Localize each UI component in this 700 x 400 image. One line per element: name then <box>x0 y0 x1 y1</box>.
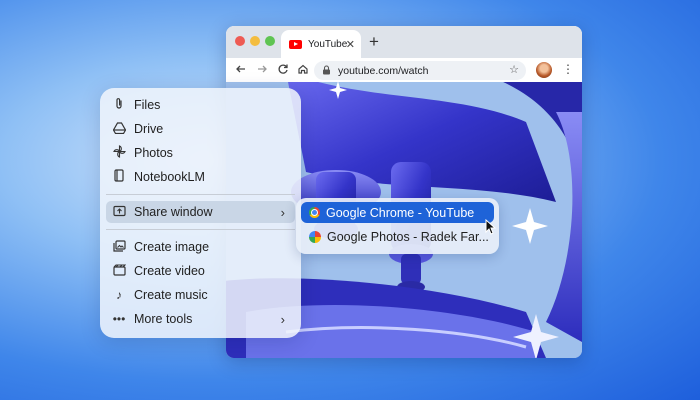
submenu-item-google-photos[interactable]: Google Photos - Radek Far... <box>301 226 494 247</box>
url-text: youtube.com/watch <box>338 64 429 77</box>
menu-item-label: Drive <box>134 122 164 136</box>
chevron-right-icon: › <box>280 204 285 220</box>
drive-icon <box>112 121 126 137</box>
video-icon <box>112 263 126 279</box>
menu-item-create-music[interactable]: ♪ Create music <box>106 284 295 306</box>
tab-youtube[interactable]: YouTube ✕ <box>281 30 361 58</box>
browser-toolbar: youtube.com/watch ☆ ⋮ <box>226 58 582 82</box>
close-window-button[interactable] <box>235 36 245 46</box>
lock-icon[interactable] <box>322 64 331 77</box>
tab-title: YouTube <box>308 38 348 50</box>
menu-item-label: NotebookLM <box>134 170 205 184</box>
back-arrow-icon[interactable] <box>235 63 247 78</box>
menu-item-create-image[interactable]: Create image <box>106 236 295 258</box>
menu-item-label: Files <box>134 98 161 112</box>
youtube-icon <box>289 39 302 49</box>
close-tab-icon[interactable]: ✕ <box>346 38 355 51</box>
star-icon[interactable]: ☆ <box>509 63 519 76</box>
menu-item-share-window[interactable]: Share window › <box>106 201 295 223</box>
menu-divider <box>106 229 295 230</box>
tools-menu: Files Drive Photos NotebookLM Share wind… <box>100 88 301 338</box>
new-tab-button[interactable]: + <box>369 32 379 52</box>
paperclip-icon <box>112 97 126 113</box>
menu-item-label: Create image <box>134 240 210 254</box>
menu-item-label: Create music <box>134 288 208 302</box>
menu-item-label: Share window <box>134 205 213 219</box>
notebook-icon <box>112 169 126 185</box>
address-bar[interactable]: youtube.com/watch ☆ <box>314 61 526 80</box>
home-icon[interactable] <box>297 63 309 78</box>
menu-divider <box>106 194 295 195</box>
menu-item-label: More tools <box>134 312 193 326</box>
menu-item-more-tools[interactable]: ••• More tools › <box>106 308 295 330</box>
avatar[interactable] <box>536 62 552 78</box>
pinwheel-icon <box>112 145 126 161</box>
reload-icon[interactable] <box>277 63 289 78</box>
submenu-item-label: Google Photos - Radek Far... <box>327 229 489 244</box>
menu-item-label: Photos <box>134 146 173 160</box>
menu-item-photos[interactable]: Photos <box>106 142 295 164</box>
menu-item-notebooklm[interactable]: NotebookLM <box>106 166 295 188</box>
share-window-submenu: Google Chrome - YouTube Google Photos - … <box>296 198 499 254</box>
menu-item-files[interactable]: Files <box>106 94 295 116</box>
maximize-window-button[interactable] <box>265 36 275 46</box>
menu-item-drive[interactable]: Drive <box>106 118 295 140</box>
chrome-icon <box>309 207 320 218</box>
tab-strip: YouTube ✕ + <box>226 26 582 58</box>
share-window-icon <box>112 205 126 220</box>
submenu-item-google-chrome-youtube[interactable]: Google Chrome - YouTube <box>301 202 494 223</box>
mouse-cursor-icon <box>485 219 497 235</box>
menu-item-create-video[interactable]: Create video <box>106 260 295 282</box>
forward-arrow-icon[interactable] <box>256 63 268 78</box>
minimize-window-button[interactable] <box>250 36 260 46</box>
submenu-item-label: Google Chrome - YouTube <box>326 205 475 220</box>
chevron-right-icon: › <box>280 311 285 327</box>
menu-item-label: Create video <box>134 264 205 278</box>
image-icon <box>112 239 126 255</box>
music-note-icon: ♪ <box>116 288 122 302</box>
more-dots-icon: ••• <box>112 312 126 326</box>
more-icon[interactable]: ⋮ <box>562 62 574 76</box>
google-photos-icon <box>309 230 321 243</box>
